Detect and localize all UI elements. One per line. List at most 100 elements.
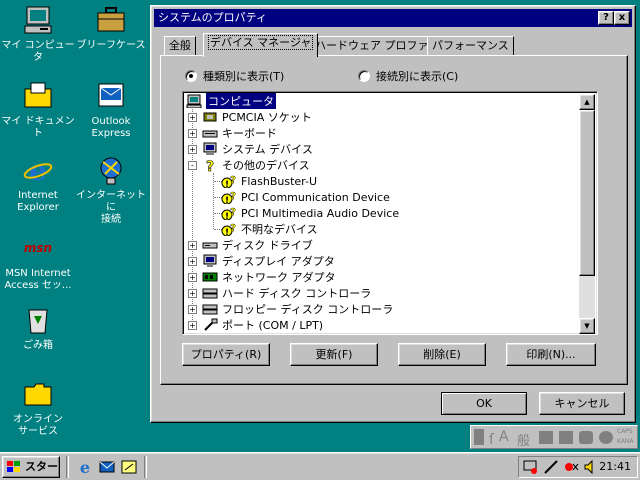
remove-button[interactable]: 削除(E) <box>398 343 486 366</box>
ime-toolbar: ſ A 般 CAPS KANA <box>470 425 638 449</box>
clock[interactable]: 21:41 <box>599 457 631 477</box>
radio-by-type[interactable]: 種類別に表示(T) <box>185 68 284 84</box>
tray-volume-icon[interactable] <box>583 459 599 475</box>
floppy-controller-icon <box>202 304 218 315</box>
start-button[interactable]: スタート <box>2 456 60 478</box>
desktop-icon-connect-internet[interactable]: インターネットに 接続 <box>73 154 149 226</box>
tree-item-other-devices[interactable]: -? その他のデバイス <box>188 157 310 173</box>
svg-text:?: ? <box>230 175 236 186</box>
window-titlebar[interactable]: システムのプロパティ ? x <box>154 9 632 27</box>
device-tree[interactable]: コンピュータ + PCMCIA ソケット + キーボード + システム デバイス -?… <box>182 91 598 335</box>
tree-item-display-adapters[interactable]: + ディスプレイ アダプタ <box>188 253 335 269</box>
expand-icon[interactable]: + <box>188 256 197 266</box>
ime-help-icon[interactable] <box>599 431 613 444</box>
expand-icon[interactable]: + <box>188 128 197 138</box>
computer-icon <box>186 94 202 108</box>
tree-item-disk-drives[interactable]: + ディスク ドライブ <box>188 237 313 253</box>
quicklaunch-outlook-icon[interactable] <box>98 458 116 476</box>
tree-item-flashbuster[interactable]: !? FlashBuster-U <box>221 173 317 189</box>
svg-text:?: ? <box>230 223 236 234</box>
expand-icon[interactable]: + <box>188 240 197 250</box>
expand-icon[interactable]: + <box>188 320 197 330</box>
radio-label: 接続別に表示(C) <box>376 70 459 83</box>
help-button[interactable]: ? <box>598 11 614 25</box>
scroll-down-button[interactable]: ▼ <box>579 318 595 334</box>
close-button[interactable]: x <box>614 11 630 25</box>
desktop-icon-msn[interactable]: msn MSN Internet Access セッ... <box>0 232 76 292</box>
desktop-icon-outlook-express[interactable]: Outlook Express <box>73 80 149 140</box>
radio-by-connection[interactable]: 接続別に表示(C) <box>358 68 458 84</box>
tray-connection-icon[interactable] <box>563 459 579 475</box>
tree-item-label: ディスプレイ アダプタ <box>222 255 335 268</box>
ime-properties-icon[interactable] <box>579 431 593 444</box>
properties-button[interactable]: プロパティ(R) <box>182 343 270 366</box>
tree-item-network-adapters[interactable]: + ネットワーク アダプタ <box>188 269 336 285</box>
tree-item-system-devices[interactable]: + システム デバイス <box>188 141 313 157</box>
tree-item-pci-communication[interactable]: !? PCI Communication Device <box>221 189 390 205</box>
tree-item-label: PCMCIA ソケット <box>222 111 312 124</box>
outlook-express-icon <box>98 83 124 107</box>
tab-general[interactable]: 全般 <box>164 36 196 56</box>
tree-item-floppy-disk-controllers[interactable]: + フロッピー ディスク コントローラ <box>188 301 393 317</box>
tree-item-unknown-device[interactable]: !? 不明なデバイス <box>221 221 318 237</box>
expand-icon[interactable]: + <box>188 144 197 154</box>
desktop-icon-internet-explorer[interactable]: e Internet Explorer <box>0 154 76 214</box>
scroll-thumb[interactable] <box>579 110 595 276</box>
tree-item-label: 不明なデバイス <box>241 223 318 236</box>
tree-item-label: PCI Communication Device <box>241 190 390 204</box>
expand-icon[interactable]: + <box>188 288 197 298</box>
ime-toolbar-icons: ſ <box>474 429 495 448</box>
disk-drive-icon <box>202 242 218 249</box>
refresh-button[interactable]: 更新(F) <box>290 343 378 366</box>
quicklaunch-show-desktop-icon[interactable] <box>120 458 138 476</box>
desktop-icon-my-documents[interactable]: マイ ドキュメント <box>0 80 76 140</box>
tray-pen-icon[interactable] <box>543 459 559 475</box>
warning-device-icon: !? <box>221 223 236 236</box>
tab-device-manager[interactable]: デバイス マネージャ <box>203 33 319 57</box>
tree-item-hard-disk-controllers[interactable]: + ハード ディスク コントローラ <box>188 285 371 301</box>
tree-item-label: ポート (COM / LPT) <box>222 319 324 332</box>
tree-root[interactable]: コンピュータ <box>186 93 276 109</box>
connect-internet-icon <box>100 157 122 185</box>
desktop-icon-recycle-bin[interactable]: ごみ箱 <box>0 304 76 352</box>
ime-dictionary-label[interactable]: 般 <box>517 430 530 449</box>
svg-text:!: ! <box>225 228 229 236</box>
expand-icon[interactable]: + <box>188 272 197 282</box>
tree-item-label: その他のデバイス <box>222 159 310 172</box>
tray-network-icon[interactable] <box>523 459 539 475</box>
ime-tools-icon[interactable] <box>559 431 573 444</box>
desktop-icon-label: マイ コンピュータ <box>1 40 75 63</box>
ime-mode-label[interactable]: A <box>499 429 509 445</box>
ok-button[interactable]: OK <box>441 392 527 415</box>
print-button[interactable]: 印刷(N)... <box>506 343 596 366</box>
system-tray: 21:41 <box>518 456 638 478</box>
tree-item-label: ディスク ドライブ <box>222 239 313 252</box>
desktop-icon-label: オンライン サービス <box>13 414 63 437</box>
tree-item-label: ネットワーク アダプタ <box>222 271 336 284</box>
tree-item-ports[interactable]: + ポート (COM / LPT) <box>188 317 323 333</box>
tree-item-pci-multimedia-audio[interactable]: !? PCI Multimedia Audio Device <box>221 205 399 221</box>
warning-device-icon: !? <box>221 207 236 220</box>
desktop-icon-briefcase[interactable]: ブリーフケース <box>73 4 149 52</box>
quicklaunch-ie-icon[interactable]: e <box>76 458 94 476</box>
expand-icon[interactable]: + <box>188 112 197 122</box>
ime-pad-icon[interactable] <box>539 431 553 444</box>
desktop-icon-my-computer[interactable]: マイ コンピュータ <box>0 4 76 64</box>
tab-label: デバイス マネージャ <box>208 35 314 50</box>
msn-icon: msn <box>24 241 52 255</box>
collapse-icon[interactable]: - <box>188 160 197 170</box>
taskbar-separator <box>144 456 147 478</box>
scroll-up-button[interactable]: ▲ <box>579 94 595 110</box>
disk-controller-icon <box>202 288 218 299</box>
tree-item-pcmcia[interactable]: + PCMCIA ソケット <box>188 109 312 125</box>
tree-item-label: キーボード <box>222 127 277 140</box>
svg-text:!: ! <box>225 212 229 220</box>
tree-vertical-scrollbar[interactable]: ▲ ▼ <box>579 94 595 334</box>
tree-item-label: PCI Multimedia Audio Device <box>241 206 400 220</box>
expand-icon[interactable]: + <box>188 304 197 314</box>
svg-text:?: ? <box>230 207 236 218</box>
cancel-button[interactable]: キャンセル <box>539 392 625 415</box>
desktop-icon-online-services[interactable]: オンライン サービス <box>0 378 76 438</box>
tab-performance[interactable]: パフォーマンス <box>427 36 514 56</box>
tree-item-keyboard[interactable]: + キーボード <box>188 125 277 141</box>
